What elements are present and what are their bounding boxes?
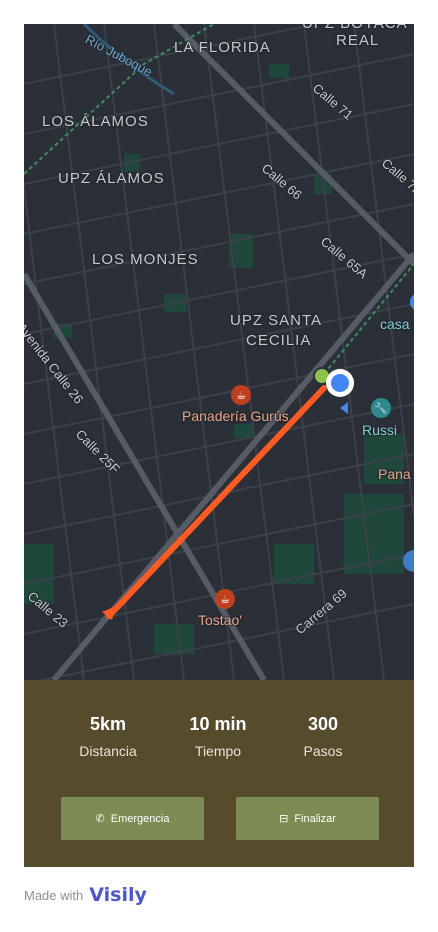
trip-panel: 5km Distancia 10 min Tiempo 300 Pasos ✆ … xyxy=(24,680,414,867)
area-label: LOS MONJES xyxy=(92,251,199,268)
stat-value: 10 min xyxy=(189,714,247,734)
area-label: UPZ SANTA xyxy=(230,312,323,329)
area-label: UPZ BOYACÁ xyxy=(302,24,408,32)
stat-label: Tiempo xyxy=(194,743,242,759)
stat-value: 300 xyxy=(307,714,339,734)
stat-label: Distancia xyxy=(79,743,137,759)
phone-icon: ✆ xyxy=(95,813,105,825)
poi-label[interactable]: Tostao' xyxy=(198,612,242,628)
emergency-button-label: Emergencia xyxy=(110,812,170,825)
poi-label[interactable]: Russi xyxy=(362,422,397,438)
cafe-pin-icon[interactable]: ☕ xyxy=(231,385,251,405)
map-view[interactable]: LA FLORIDA LOS ÁLAMOS UPZ ÁLAMOS LOS MON… xyxy=(24,24,414,680)
cafe-pin-icon[interactable]: ☕ xyxy=(215,589,235,609)
stop-icon: ⊟ xyxy=(279,813,289,825)
steps-stat: 300 Pasos xyxy=(268,714,378,759)
area-label: REAL xyxy=(336,32,380,49)
time-stat: 10 min Tiempo xyxy=(163,714,273,759)
area-label: LA FLORIDA xyxy=(174,39,271,56)
made-with-text: Made with xyxy=(24,887,84,903)
finish-button-label: Finalizar xyxy=(294,812,336,825)
area-label: LOS ÁLAMOS xyxy=(42,113,149,130)
poi-label[interactable]: casa xyxy=(380,316,410,332)
poi-label[interactable]: Panadería Gurús xyxy=(182,408,289,424)
emergency-button[interactable]: ✆ Emergencia xyxy=(61,797,204,840)
wrench-pin-icon[interactable]: 🔧 xyxy=(371,398,391,418)
visily-logo: Visily xyxy=(89,884,147,906)
finish-button[interactable]: ⊟ Finalizar xyxy=(236,797,379,840)
area-label: UPZ ÁLAMOS xyxy=(58,170,165,187)
stat-label: Pasos xyxy=(303,743,343,759)
phone-screen: LA FLORIDA LOS ÁLAMOS UPZ ÁLAMOS LOS MON… xyxy=(24,24,414,867)
area-label: CECILIA xyxy=(246,332,312,349)
made-with-footer[interactable]: Made with Visily xyxy=(24,884,147,906)
poi-label[interactable]: Pana xyxy=(378,466,411,482)
distance-stat: 5km Distancia xyxy=(53,714,163,759)
stat-value: 5km xyxy=(89,714,127,734)
